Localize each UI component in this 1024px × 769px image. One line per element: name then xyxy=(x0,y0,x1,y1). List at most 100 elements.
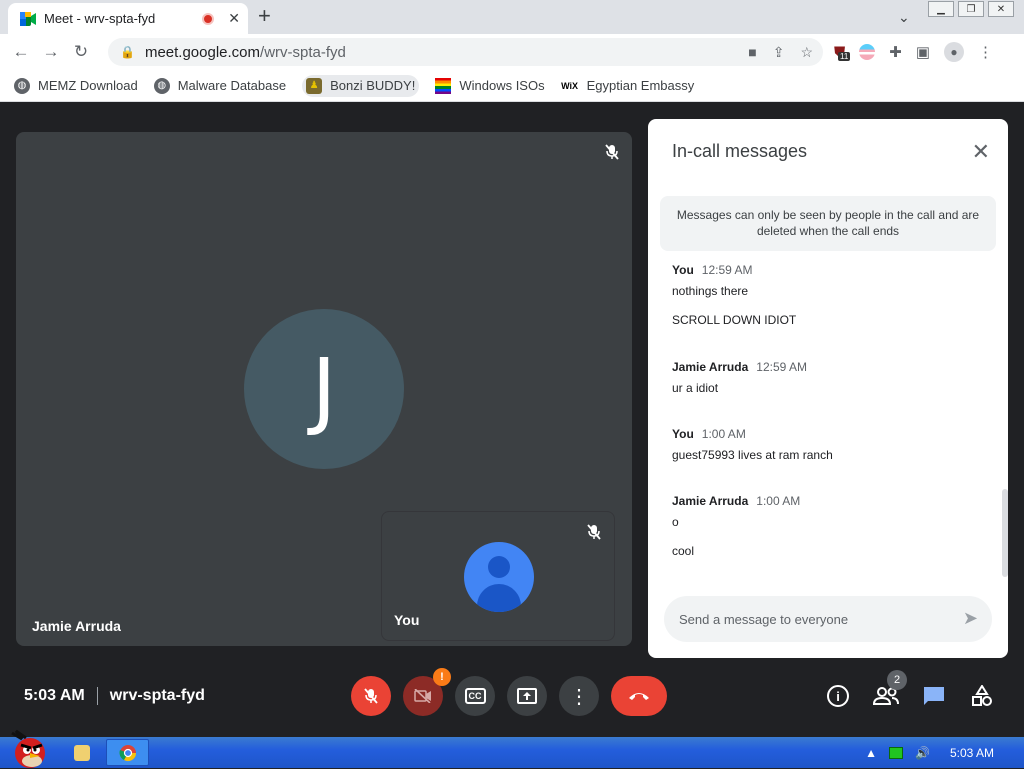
bonzi-icon: ♟ xyxy=(306,77,323,94)
back-arrow-icon[interactable]: ← xyxy=(6,42,36,62)
bookmark-label: MEMZ Download xyxy=(38,78,138,93)
bookmark-label: Windows ISOs xyxy=(459,78,545,93)
chat-notice: Messages can only be seen by people in t… xyxy=(660,196,996,251)
message-text: ur a idiot xyxy=(672,381,719,395)
more-options-button[interactable]: ⋮ xyxy=(559,676,599,716)
chat-icon xyxy=(924,687,944,705)
camera-in-use-icon[interactable]: ■ xyxy=(748,44,756,61)
hang-up-icon xyxy=(629,693,649,700)
message-text: guest75993 lives at ram ranch xyxy=(672,448,833,462)
browser-tab[interactable]: Meet - wrv-spta-fyd ✕ xyxy=(8,3,248,34)
extension-flag-icon[interactable] xyxy=(859,44,876,60)
self-view-tile[interactable]: You xyxy=(381,511,615,641)
windows-taskbar: ▲ 🔊 5:03 AM xyxy=(0,729,1024,768)
message-input[interactable]: Send a message to everyone ➤ xyxy=(664,596,992,642)
bookmark-label: Bonzi BUDDY! xyxy=(330,78,416,93)
side-panel-icon[interactable]: ▣ xyxy=(916,43,930,61)
present-icon xyxy=(517,688,537,704)
browser-menu-icon[interactable]: ⋮ xyxy=(978,43,993,61)
quick-launch-icon[interactable] xyxy=(70,739,94,766)
message-group: You 12:59 AM nothings there SCROLL DOWN I… xyxy=(672,261,796,327)
closed-captions-icon: CC xyxy=(464,688,486,704)
bookmark-item[interactable]: ◍ Malware Database xyxy=(153,77,287,94)
send-icon[interactable]: ➤ xyxy=(963,608,978,629)
message-group: You 1:00 AM guest75993 lives at ram ranch xyxy=(672,425,833,462)
camera-toggle-button[interactable]: ! xyxy=(403,668,451,716)
globe-icon: ◍ xyxy=(14,77,30,94)
message-sender: Jamie Arruda xyxy=(672,494,749,508)
extension-badge: 11 xyxy=(838,51,851,61)
angry-bird-icon xyxy=(11,729,45,768)
show-hidden-icons[interactable]: ▲ xyxy=(865,746,877,760)
meet-stage: J Jamie Arruda You In-call messages ✕ Me… xyxy=(0,103,1024,737)
tab-search-chevron-icon[interactable]: ⌄ xyxy=(898,9,910,26)
message-time: 12:59 AM xyxy=(756,360,807,374)
bookmark-label: Malware Database xyxy=(177,78,287,93)
microphone-toggle-button[interactable] xyxy=(351,676,391,716)
activities-shapes-icon xyxy=(972,685,992,706)
chat-scrollbar[interactable] xyxy=(1002,489,1008,577)
captions-button[interactable]: CC xyxy=(455,676,495,716)
chat-button[interactable] xyxy=(920,682,948,710)
meeting-details-button[interactable]: i xyxy=(824,682,852,710)
message-sender: You xyxy=(672,263,694,277)
start-button[interactable] xyxy=(0,729,60,768)
profile-avatar[interactable]: ● xyxy=(944,42,965,62)
extensions-puzzle-icon[interactable]: ✚ xyxy=(889,43,902,61)
bookmark-item[interactable]: ◍ MEMZ Download xyxy=(14,77,138,94)
share-icon[interactable]: ⇪ xyxy=(773,44,785,61)
message-sender: You xyxy=(672,427,694,441)
lock-icon: 🔒 xyxy=(120,45,135,59)
activities-button[interactable] xyxy=(968,682,996,710)
bookmark-item[interactable]: ♟ Bonzi BUDDY! xyxy=(302,74,420,97)
recording-indicator-icon xyxy=(202,12,215,25)
wix-icon: WiX xyxy=(561,80,579,91)
mic-muted-icon xyxy=(582,520,606,544)
folder-icon xyxy=(74,744,90,761)
message-input-placeholder: Send a message to everyone xyxy=(679,611,849,627)
message-group: Jamie Arruda 12:59 AM ur a idiot xyxy=(672,358,807,395)
minimize-window-button[interactable]: ▁ xyxy=(928,1,954,17)
new-tab-button[interactable]: + xyxy=(258,5,271,27)
rainbow-flag-icon xyxy=(435,77,452,94)
message-text: nothings there xyxy=(672,284,749,298)
self-name: You xyxy=(394,612,420,628)
network-icon[interactable] xyxy=(889,746,904,759)
camera-off-icon xyxy=(414,689,431,703)
volume-icon[interactable]: 🔊 xyxy=(915,746,930,760)
participant-name: Jamie Arruda xyxy=(32,618,121,634)
close-panel-icon[interactable]: ✕ xyxy=(972,139,990,165)
bookmarks-bar: ◍ MEMZ Download ◍ Malware Database ♟ Bon… xyxy=(0,70,1024,102)
message-time: 1:00 AM xyxy=(756,494,801,508)
taskbar-clock[interactable]: 5:03 AM xyxy=(950,746,994,760)
address-bar[interactable]: 🔒 meet.google.com/wrv-spta-fyd ■ ⇪ ☆ xyxy=(108,38,823,66)
bookmark-label: Egyptian Embassy xyxy=(586,78,695,93)
browser-toolbar: ← → ↻ 🔒 meet.google.com/wrv-spta-fyd ■ ⇪… xyxy=(0,34,1024,70)
info-icon: i xyxy=(827,685,849,707)
self-avatar xyxy=(464,542,534,612)
tab-title: Meet - wrv-spta-fyd xyxy=(44,11,156,26)
present-screen-button[interactable] xyxy=(507,676,547,716)
message-time: 1:00 AM xyxy=(701,427,746,441)
participant-avatar: J xyxy=(244,309,404,469)
taskbar-chrome-button[interactable] xyxy=(106,739,149,766)
restore-window-button[interactable]: ❐ xyxy=(958,1,984,17)
leave-call-button[interactable] xyxy=(611,676,667,716)
reload-icon[interactable]: ↻ xyxy=(66,42,96,62)
meeting-info: 5:03 AM wrv-spta-fyd xyxy=(24,687,205,705)
close-tab-icon[interactable]: ✕ xyxy=(228,10,240,27)
bookmark-item[interactable]: Windows ISOs xyxy=(435,77,545,94)
message-text: o xyxy=(672,515,679,529)
bookmark-star-icon[interactable]: ☆ xyxy=(800,44,813,61)
browser-tab-strip: Meet - wrv-spta-fyd ✕ + ⌄ ▁ ❐ ✕ xyxy=(0,0,1024,34)
bookmark-item[interactable]: WiX Egyptian Embassy xyxy=(561,78,695,94)
message-time: 12:59 AM xyxy=(701,263,753,277)
message-sender: Jamie Arruda xyxy=(672,360,749,374)
meeting-time: 5:03 AM xyxy=(24,687,85,704)
extension-ublock-icon[interactable]: ⛊11 xyxy=(834,44,851,61)
url-domain: meet.google.com xyxy=(144,43,261,61)
close-window-button[interactable]: ✕ xyxy=(988,1,1014,17)
forward-arrow-icon[interactable]: → xyxy=(36,42,66,62)
more-vert-icon: ⋮ xyxy=(569,685,589,708)
participant-count-badge: 2 xyxy=(887,670,907,690)
